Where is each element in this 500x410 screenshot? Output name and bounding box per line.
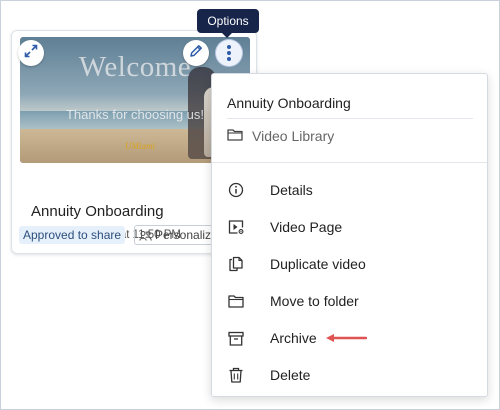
video-title[interactable]: Annuity Onboarding xyxy=(31,203,164,220)
menu-folder-location[interactable]: Video Library xyxy=(227,126,334,146)
menu-header-divider xyxy=(227,118,473,119)
menu-item-label: Duplicate video xyxy=(270,256,366,272)
trash-icon xyxy=(226,365,246,385)
options-menu: Annuity Onboarding Video Library Details xyxy=(211,73,488,397)
duplicate-icon xyxy=(226,254,246,274)
edit-button[interactable] xyxy=(183,40,209,66)
archive-icon xyxy=(226,328,246,348)
menu-folder-label: Video Library xyxy=(252,128,335,144)
thumbnail-brand: UMiami xyxy=(125,141,155,151)
personalized-label: Personalized xyxy=(155,228,213,242)
folder-icon xyxy=(226,291,246,311)
menu-item-delete[interactable]: Delete xyxy=(212,358,487,392)
more-vertical-icon xyxy=(227,45,231,61)
personalized-badge: Personalized xyxy=(134,225,214,245)
menu-video-title: Annuity Onboarding xyxy=(227,95,351,111)
approved-badge: Approved to share xyxy=(19,226,126,244)
menu-item-video-page[interactable]: Video Page xyxy=(212,210,487,244)
menu-item-label: Video Page xyxy=(270,219,343,235)
people-icon xyxy=(139,229,152,244)
options-tooltip: Options xyxy=(197,9,259,38)
info-icon xyxy=(226,180,246,200)
video-page-icon xyxy=(226,217,246,237)
folder-icon xyxy=(227,128,243,144)
menu-divider xyxy=(212,162,487,163)
expand-icon xyxy=(24,44,38,63)
menu-item-label: Move to folder xyxy=(270,293,359,309)
pencil-icon xyxy=(189,44,203,63)
menu-item-details[interactable]: Details xyxy=(212,173,487,207)
menu-item-move-to-folder[interactable]: Move to folder xyxy=(212,284,487,318)
annotation-arrow xyxy=(326,334,367,342)
expand-button[interactable] xyxy=(18,40,44,66)
menu-item-label: Archive xyxy=(270,330,317,346)
menu-item-label: Details xyxy=(270,182,313,198)
options-button[interactable] xyxy=(216,40,242,66)
menu-item-duplicate-video[interactable]: Duplicate video xyxy=(212,247,487,281)
menu-item-label: Delete xyxy=(270,367,311,383)
